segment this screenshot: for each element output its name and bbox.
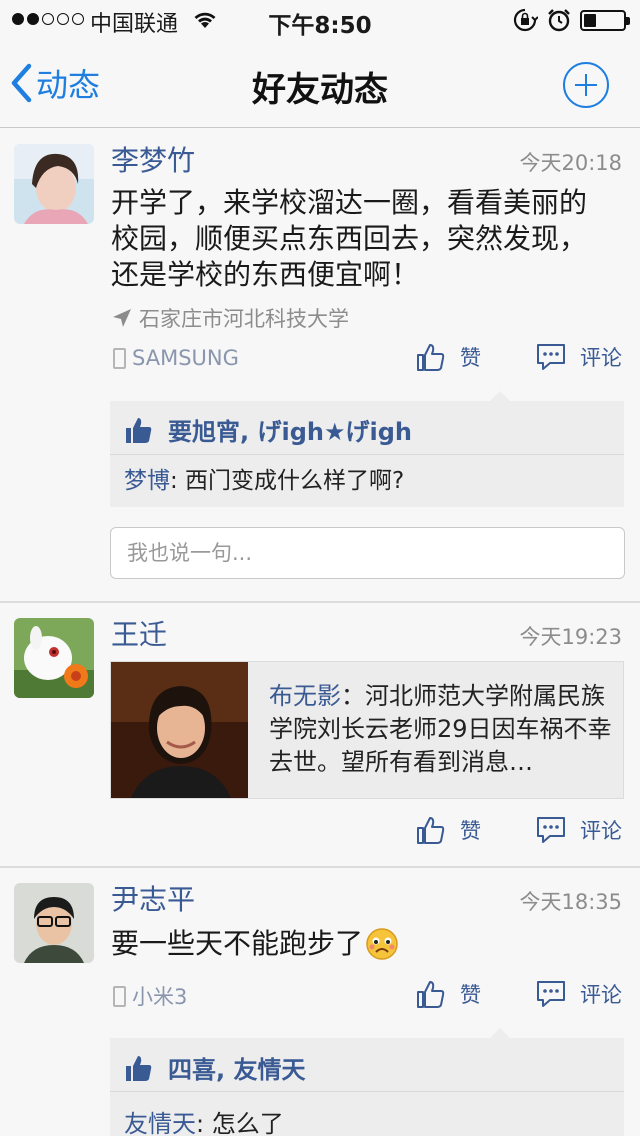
like-label: 赞 bbox=[460, 346, 481, 370]
comment-bubble-icon bbox=[537, 344, 565, 370]
status-time: 下午8:50 bbox=[268, 13, 372, 39]
likes-row[interactable]: 四喜, 友情天 bbox=[124, 1050, 305, 1085]
likes-row[interactable]: 要旭宵, げigh★げigh bbox=[124, 412, 412, 447]
comment-item[interactable]: 友情天: 怎么了 bbox=[124, 1104, 284, 1136]
back-button[interactable]: 动态 bbox=[10, 60, 100, 106]
post-device: 小米3 bbox=[113, 981, 187, 1011]
phone-icon bbox=[113, 985, 126, 1007]
commenter-name[interactable]: 友情天 bbox=[124, 1110, 196, 1136]
likers-list: 要旭宵, げigh★げigh bbox=[168, 418, 412, 446]
thumbs-up-icon bbox=[417, 344, 445, 371]
comment-button[interactable]: 评论 bbox=[536, 815, 622, 845]
rotation-lock-icon bbox=[512, 8, 539, 38]
commenter-name[interactable]: 梦博 bbox=[124, 468, 170, 494]
thumbs-up-filled-icon bbox=[126, 417, 152, 443]
divider bbox=[110, 1091, 624, 1092]
likers-list: 四喜, 友情天 bbox=[168, 1056, 306, 1084]
author-name[interactable]: 王迁 bbox=[111, 613, 167, 653]
add-post-button[interactable] bbox=[563, 62, 609, 108]
like-button[interactable]: 赞 bbox=[416, 815, 481, 845]
thumbs-up-icon bbox=[417, 817, 445, 844]
back-label: 动态 bbox=[36, 66, 101, 104]
comment-bubble-icon bbox=[537, 817, 565, 843]
comment-label: 评论 bbox=[580, 983, 622, 1007]
like-label: 赞 bbox=[460, 983, 481, 1007]
post-text: 要一些天不能跑步了 bbox=[111, 926, 611, 962]
location-arrow-icon bbox=[113, 309, 131, 327]
chevron-left-icon bbox=[11, 63, 32, 103]
avatar[interactable] bbox=[14, 618, 94, 698]
post-time: 今天20:18 bbox=[519, 151, 622, 175]
feed-post: 李梦竹 今天20:18 开学了，来学校溜达一圈，看看美丽的校园，顺便买点东西回去… bbox=[0, 129, 640, 602]
post-text-body: 要一些天不能跑步了 bbox=[111, 927, 364, 960]
sad-face-emoji-icon bbox=[366, 928, 398, 960]
battery-icon bbox=[580, 10, 630, 31]
shared-post-text: 布无影：河北师范大学附属民族学院刘长云老师29日因车祸不幸去世。望所有看到消息… bbox=[269, 680, 614, 790]
like-button[interactable]: 赞 bbox=[416, 342, 481, 372]
comment-item[interactable]: 梦博: 西门变成什么样了啊? bbox=[124, 461, 404, 495]
post-time: 今天19:23 bbox=[519, 625, 622, 649]
comment-text: : 西门变成什么样了啊? bbox=[170, 468, 405, 494]
comment-button[interactable]: 评论 bbox=[536, 979, 622, 1009]
likes-comments-panel: 要旭宵, げigh★げigh 梦博: 西门变成什么样了啊? bbox=[110, 391, 624, 507]
likes-comments-panel: 四喜, 友情天 友情天: 怎么了 bbox=[110, 1028, 624, 1136]
status-bar: 中国联通 下午8:50 bbox=[0, 0, 640, 40]
location-label: 石家庄市河北科技大学 bbox=[139, 307, 349, 331]
comment-bubble-icon bbox=[537, 981, 565, 1007]
feed-post: 尹志平 今天18:35 要一些天不能跑步了 小米3 赞 评论 四喜, 友情天 友… bbox=[0, 868, 640, 1136]
comment-input[interactable]: 我也说一句... bbox=[110, 527, 625, 579]
avatar[interactable] bbox=[14, 144, 94, 224]
feed-post: 王迁 今天19:23 布无影：河北师范大学附属民族学院刘长云老师29日因车祸不幸… bbox=[0, 603, 640, 867]
phone-icon bbox=[113, 347, 126, 369]
shared-post-image bbox=[111, 662, 248, 798]
shared-post-card[interactable]: 布无影：河北师范大学附属民族学院刘长云老师29日因车祸不幸去世。望所有看到消息… bbox=[110, 661, 624, 799]
post-text: 开学了，来学校溜达一圈，看看美丽的校园，顺便买点东西回去，突然发现，还是学校的东… bbox=[111, 186, 588, 291]
post-device: SAMSUNG bbox=[113, 346, 239, 370]
like-button[interactable]: 赞 bbox=[416, 979, 481, 1009]
comment-text: : 怎么了 bbox=[196, 1110, 284, 1136]
like-label: 赞 bbox=[460, 819, 481, 843]
alarm-icon bbox=[546, 7, 572, 39]
comment-label: 评论 bbox=[580, 346, 622, 370]
author-name[interactable]: 李梦竹 bbox=[111, 139, 195, 179]
navigation-bar: 动态 好友动态 bbox=[0, 40, 640, 128]
author-name[interactable]: 尹志平 bbox=[111, 878, 195, 918]
comment-button[interactable]: 评论 bbox=[536, 342, 622, 372]
post-location[interactable]: 石家庄市河北科技大学 bbox=[111, 303, 349, 333]
device-label: 小米3 bbox=[132, 985, 188, 1009]
shared-author-name[interactable]: 布无影 bbox=[269, 682, 341, 710]
avatar[interactable] bbox=[14, 883, 94, 963]
thumbs-up-icon bbox=[417, 981, 445, 1008]
device-label: SAMSUNG bbox=[132, 346, 239, 370]
thumbs-up-filled-icon bbox=[126, 1055, 152, 1081]
comment-label: 评论 bbox=[580, 819, 622, 843]
divider bbox=[110, 454, 624, 455]
post-time: 今天18:35 bbox=[519, 890, 622, 914]
